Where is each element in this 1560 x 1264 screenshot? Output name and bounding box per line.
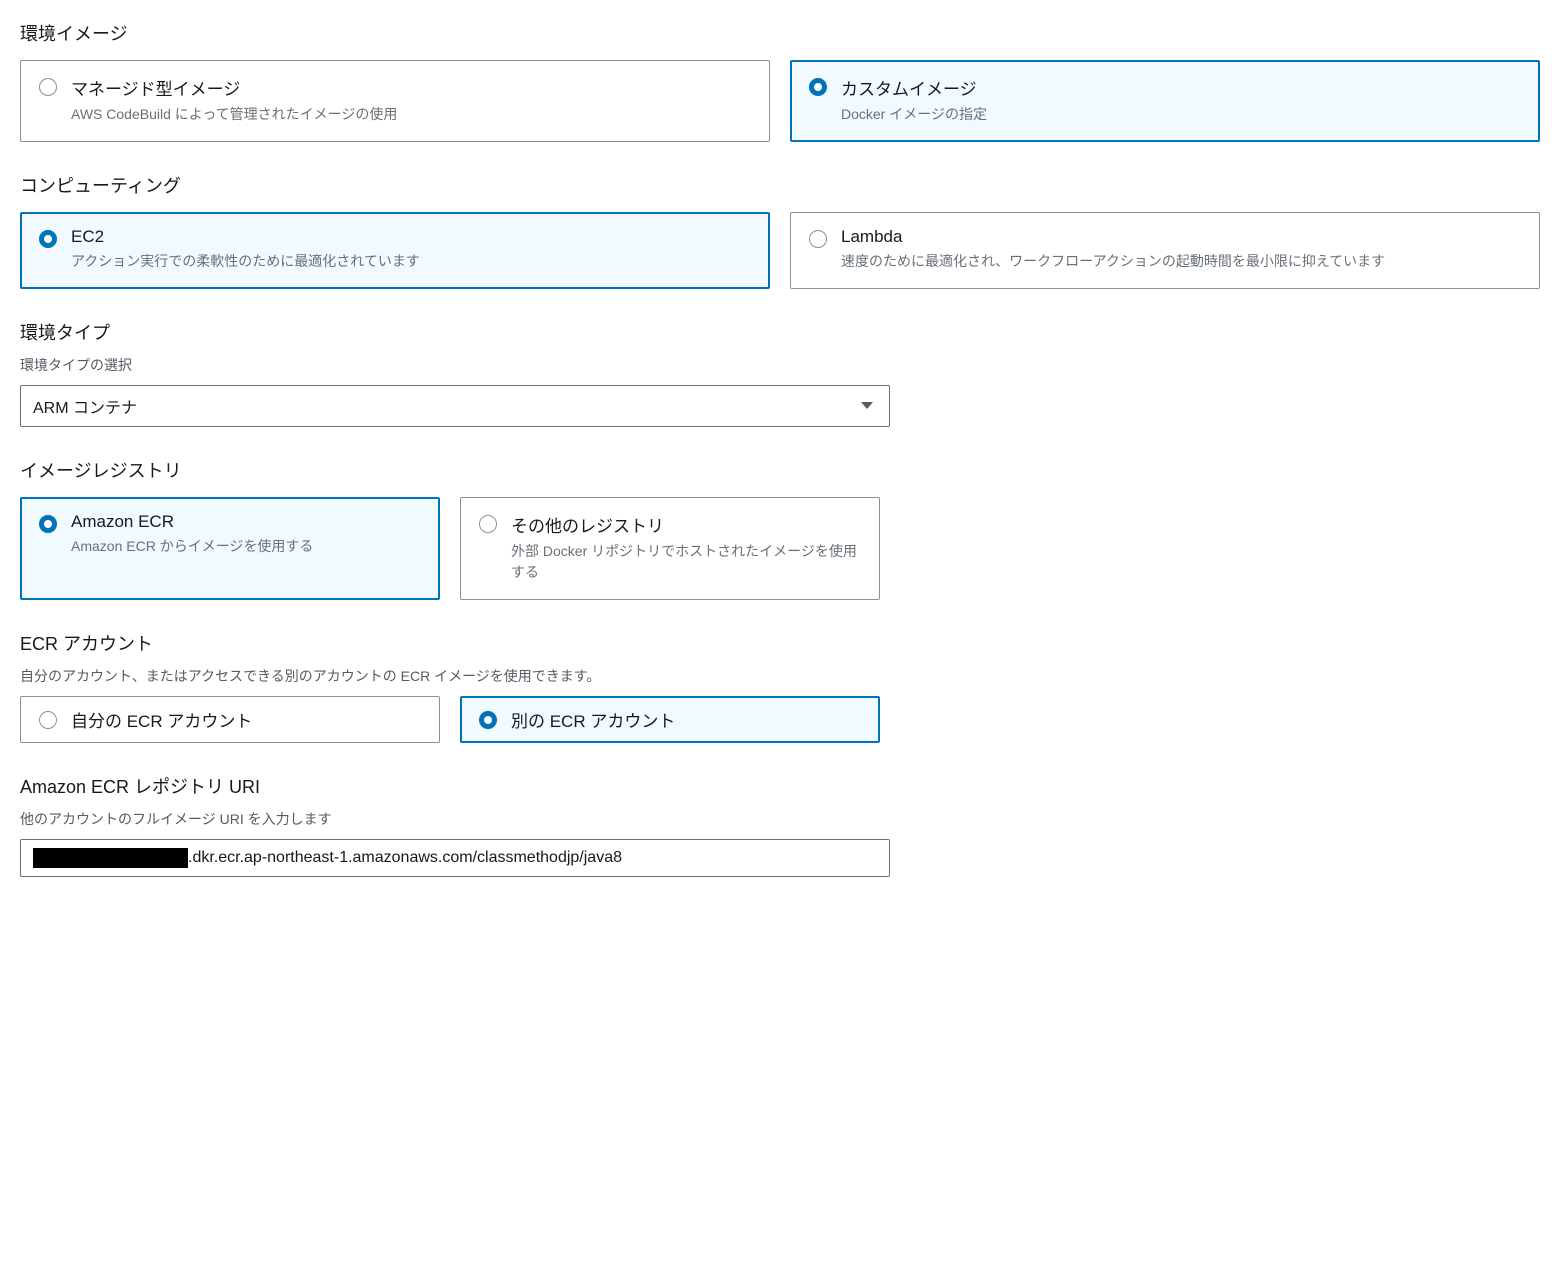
ecr-account-heading: ECR アカウント [20,630,1540,656]
computing-option-ec2[interactable]: EC2 アクション実行での柔軟性のために最適化されています [20,212,770,289]
image-registry-section: イメージレジストリ Amazon ECR Amazon ECR からイメージを使… [20,457,1540,600]
select-value: ARM コンテナ [20,385,890,427]
tile-desc: 外部 Docker リポジトリでホストされたイメージを使用する [511,541,861,583]
image-registry-heading: イメージレジストリ [20,457,1540,483]
radio-icon [39,711,57,729]
radio-icon [479,711,497,729]
registry-option-ecr[interactable]: Amazon ECR Amazon ECR からイメージを使用する [20,497,440,600]
computing-section: コンピューティング EC2 アクション実行での柔軟性のために最適化されています … [20,172,1540,289]
tile-body: マネージド型イメージ AWS CodeBuild によって管理されたイメージの使… [71,75,751,125]
tile-title: Amazon ECR [71,512,421,532]
tile-desc: Docker イメージの指定 [841,104,1521,125]
redacted-account-id [33,848,188,868]
computing-heading: コンピューティング [20,172,1540,198]
radio-icon [39,230,57,248]
environment-type-section: 環境タイプ 環境タイプの選択 ARM コンテナ [20,319,1540,427]
registry-option-other[interactable]: その他のレジストリ 外部 Docker リポジトリでホストされたイメージを使用す… [460,497,880,600]
tile-title: Lambda [841,227,1521,247]
environment-image-heading: 環境イメージ [20,20,1540,46]
ecr-account-option-other[interactable]: 別の ECR アカウント [460,696,880,743]
tile-desc: AWS CodeBuild によって管理されたイメージの使用 [71,104,751,125]
tile-body: その他のレジストリ 外部 Docker リポジトリでホストされたイメージを使用す… [511,512,861,583]
tile-desc: アクション実行での柔軟性のために最適化されています [71,251,751,272]
environment-type-subtitle: 環境タイプの選択 [20,355,1540,375]
tile-body: カスタムイメージ Docker イメージの指定 [841,75,1521,125]
env-image-option-custom[interactable]: カスタムイメージ Docker イメージの指定 [790,60,1540,142]
tile-body: EC2 アクション実行での柔軟性のために最適化されています [71,227,751,272]
ecr-account-option-own[interactable]: 自分の ECR アカウント [20,696,440,743]
ecr-account-options: 自分の ECR アカウント 別の ECR アカウント [20,696,1540,743]
ecr-account-subtitle: 自分のアカウント、またはアクセスできる別のアカウントの ECR イメージを使用で… [20,666,1540,686]
environment-type-select[interactable]: ARM コンテナ [20,385,890,427]
ecr-repo-uri-subtitle: 他のアカウントのフルイメージ URI を入力します [20,809,1540,829]
uri-suffix: .dkr.ecr.ap-northeast-1.amazonaws.com/cl… [188,849,622,867]
radio-icon [809,230,827,248]
tile-body: Amazon ECR Amazon ECR からイメージを使用する [71,512,421,557]
image-registry-options: Amazon ECR Amazon ECR からイメージを使用する その他のレジ… [20,497,1540,600]
radio-icon [479,515,497,533]
environment-image-section: 環境イメージ マネージド型イメージ AWS CodeBuild によって管理され… [20,20,1540,142]
tile-desc: Amazon ECR からイメージを使用する [71,536,421,557]
tile-title: マネージド型イメージ [71,75,751,100]
radio-icon [39,515,57,533]
ecr-repo-uri-input[interactable]: .dkr.ecr.ap-northeast-1.amazonaws.com/cl… [20,839,890,877]
computing-options: EC2 アクション実行での柔軟性のために最適化されています Lambda 速度の… [20,212,1540,289]
computing-option-lambda[interactable]: Lambda 速度のために最適化され、ワークフローアクションの起動時間を最小限に… [790,212,1540,289]
ecr-repo-uri-section: Amazon ECR レポジトリ URI 他のアカウントのフルイメージ URI … [20,773,1540,877]
tile-label: 自分の ECR アカウント [71,707,252,732]
tile-desc: 速度のために最適化され、ワークフローアクションの起動時間を最小限に抑えています [841,251,1521,272]
radio-icon [809,78,827,96]
tile-title: EC2 [71,227,751,247]
env-image-option-managed[interactable]: マネージド型イメージ AWS CodeBuild によって管理されたイメージの使… [20,60,770,142]
environment-image-options: マネージド型イメージ AWS CodeBuild によって管理されたイメージの使… [20,60,1540,142]
tile-title: その他のレジストリ [511,512,861,537]
tile-label: 別の ECR アカウント [511,707,675,732]
environment-type-heading: 環境タイプ [20,319,1540,345]
tile-title: カスタムイメージ [841,75,1521,100]
tile-body: Lambda 速度のために最適化され、ワークフローアクションの起動時間を最小限に… [841,227,1521,272]
ecr-repo-uri-heading: Amazon ECR レポジトリ URI [20,773,1540,799]
radio-icon [39,78,57,96]
ecr-account-section: ECR アカウント 自分のアカウント、またはアクセスできる別のアカウントの EC… [20,630,1540,743]
